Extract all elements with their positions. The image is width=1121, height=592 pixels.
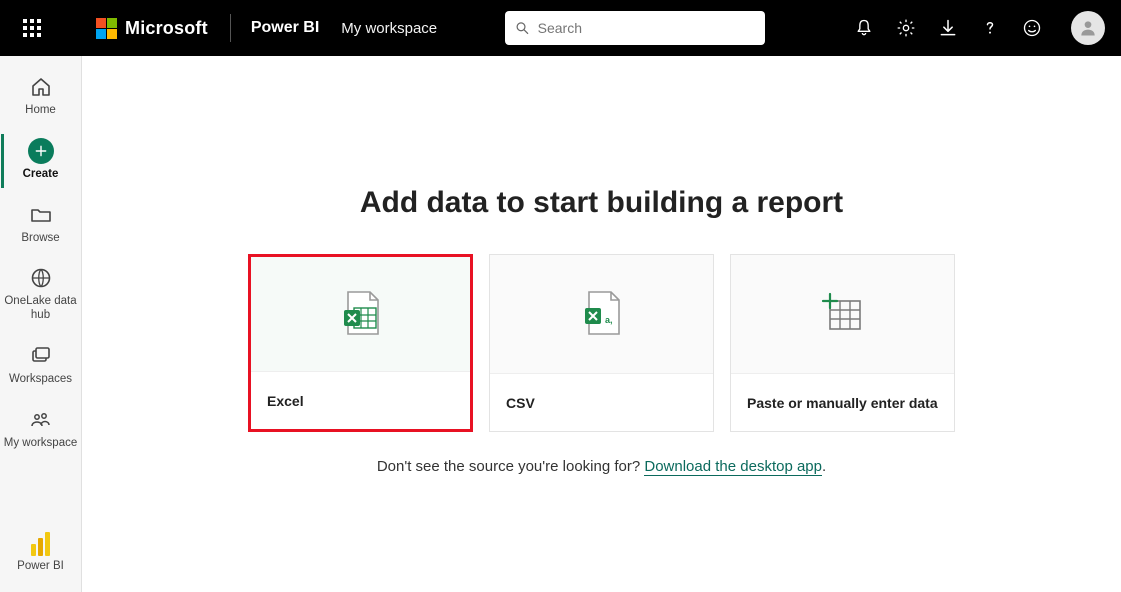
feedback-button[interactable] (1021, 17, 1043, 39)
help-icon (980, 18, 1000, 38)
top-bar: Microsoft Power BI My workspace (0, 0, 1121, 56)
workspaces-icon (28, 343, 54, 369)
notifications-button[interactable] (853, 17, 875, 39)
top-actions (853, 11, 1109, 45)
card-csv[interactable]: a, CSV (489, 254, 714, 432)
nav-power-bi[interactable]: Power BI (1, 524, 81, 582)
excel-file-icon (251, 257, 470, 371)
nav-create[interactable]: Create (1, 132, 81, 190)
nav-label: My workspace (4, 437, 78, 451)
nav-home[interactable]: Home (1, 68, 81, 126)
card-excel[interactable]: Excel (248, 254, 473, 432)
csv-file-icon: a, (490, 255, 713, 373)
waffle-icon (23, 19, 41, 37)
card-manual-data[interactable]: Paste or manually enter data (730, 254, 955, 432)
search-icon (515, 20, 530, 36)
gear-icon (896, 18, 916, 38)
microsoft-logo-text: Microsoft (125, 18, 208, 39)
plus-circle-icon (28, 138, 54, 164)
card-label: Excel (251, 371, 470, 429)
smiley-icon (1022, 18, 1042, 38)
main-content: Add data to start building a report Exce… (82, 56, 1121, 592)
nav-workspaces[interactable]: Workspaces (1, 337, 81, 395)
settings-button[interactable] (895, 17, 917, 39)
home-icon (28, 74, 54, 100)
microsoft-logo-icon (96, 18, 117, 39)
person-icon (1078, 18, 1098, 38)
nav-label: OneLake data hub (1, 295, 81, 323)
left-nav: Home Create Browse OneLake da (0, 56, 82, 592)
power-bi-icon (31, 530, 51, 556)
download-desktop-link[interactable]: Download the desktop app (644, 458, 822, 476)
nav-my-workspace[interactable]: My workspace (1, 401, 81, 459)
divider (230, 14, 231, 42)
nav-label: Create (23, 168, 59, 182)
onelake-icon (28, 265, 54, 291)
nav-onelake-data-hub[interactable]: OneLake data hub (1, 259, 81, 331)
hint-prefix: Don't see the source you're looking for? (377, 458, 645, 475)
nav-label: Power BI (17, 560, 64, 574)
nav-label: Browse (21, 232, 59, 246)
people-icon (28, 407, 54, 433)
hint-suffix: . (822, 458, 826, 475)
card-label: Paste or manually enter data (731, 373, 954, 431)
account-button[interactable] (1071, 11, 1105, 45)
microsoft-logo[interactable]: Microsoft (96, 18, 208, 39)
page-heading: Add data to start building a report (360, 186, 843, 220)
data-source-cards: Excel a, CSV (248, 254, 955, 432)
hint-text: Don't see the source you're looking for?… (377, 458, 826, 475)
card-label: CSV (490, 373, 713, 431)
nav-label: Workspaces (9, 373, 72, 387)
help-button[interactable] (979, 17, 1001, 39)
search-box[interactable] (505, 11, 765, 45)
svg-text:a,: a, (605, 315, 613, 325)
app-name[interactable]: Power BI (251, 19, 319, 37)
workspace-breadcrumb[interactable]: My workspace (341, 20, 437, 37)
folder-icon (28, 202, 54, 228)
search-input[interactable] (538, 20, 756, 36)
app-launcher-button[interactable] (12, 8, 52, 48)
nav-browse[interactable]: Browse (1, 196, 81, 254)
download-icon (938, 18, 958, 38)
nav-label: Home (25, 104, 56, 118)
bell-icon (854, 18, 874, 38)
download-button[interactable] (937, 17, 959, 39)
manual-data-icon (731, 255, 954, 373)
